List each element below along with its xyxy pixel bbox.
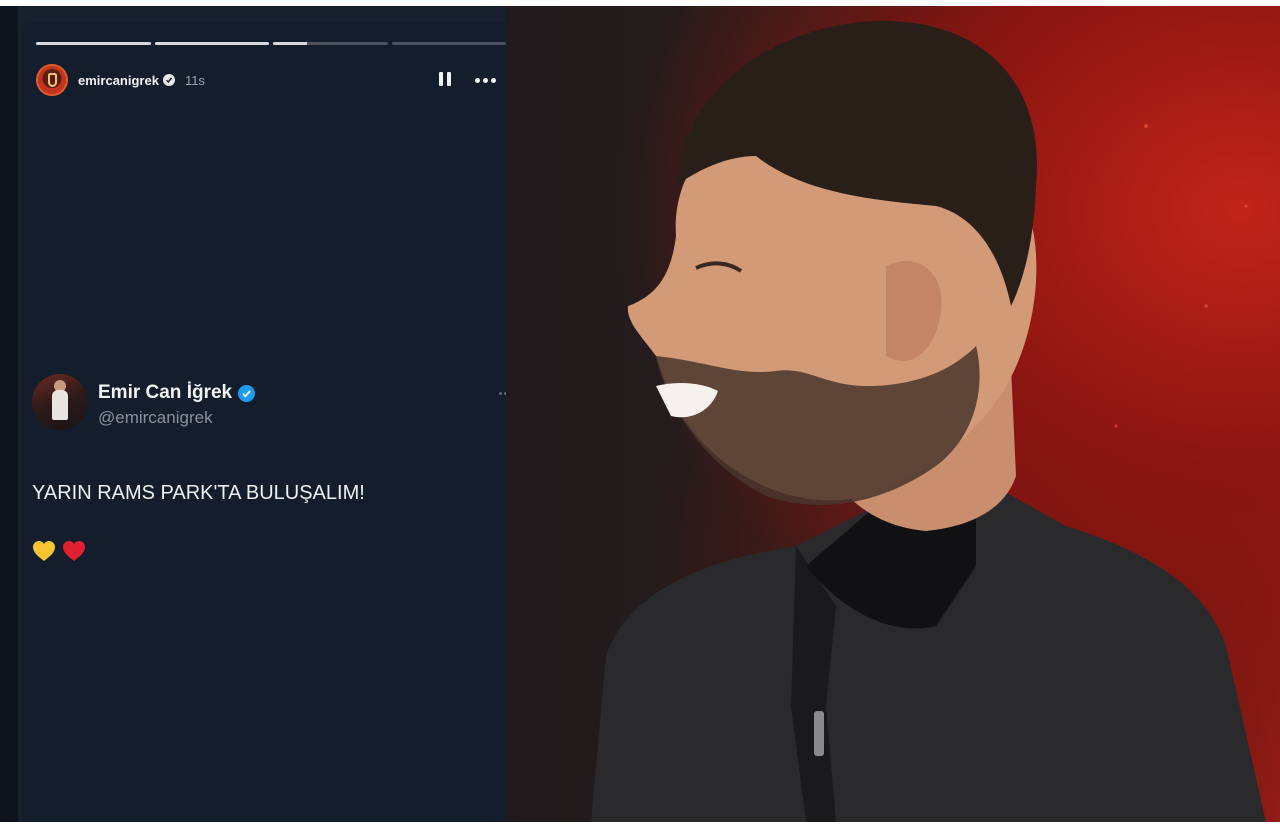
- progress-fill: [154, 42, 269, 45]
- story-header: emircanigrek 11s: [36, 62, 496, 98]
- more-options-icon[interactable]: [475, 77, 496, 83]
- tweet-text: YARIN RAMS PARK'TA BULUŞALIM!: [32, 482, 365, 504]
- progress-fill: [36, 42, 151, 45]
- story-username[interactable]: emircanigrek: [78, 73, 159, 88]
- tweet-avatar[interactable]: [32, 374, 88, 430]
- tweet-emoji-row: [32, 540, 86, 562]
- story-avatar[interactable]: [36, 64, 68, 96]
- photo-illustration: [591, 20, 1266, 822]
- tweet-display-name-row: Emir Can İğrek: [98, 382, 256, 404]
- progress-segment: [36, 42, 151, 45]
- verified-badge-icon: [238, 384, 256, 402]
- story-timestamp: 11s: [184, 72, 205, 88]
- smiling-man-profile-photo: [506, 6, 1280, 822]
- story-left-edge: [0, 6, 18, 822]
- tweet-handle[interactable]: @emircanigrek: [98, 408, 213, 428]
- progress-segment: [273, 42, 388, 45]
- story-panel: emircanigrek 11s Emir Can İğrek @emircan…: [0, 6, 506, 822]
- avatar-figure-shape: [52, 390, 68, 420]
- yellow-heart-icon: [33, 541, 55, 561]
- story-progress-bar: [36, 42, 506, 45]
- tweet-more-icon[interactable]: [499, 392, 506, 395]
- tweet-display-name[interactable]: Emir Can İğrek: [98, 382, 232, 404]
- pause-icon[interactable]: [439, 72, 453, 88]
- verified-badge-icon: [162, 74, 175, 86]
- progress-segment: [154, 42, 269, 45]
- red-heart-icon: [63, 541, 85, 561]
- progress-fill: [273, 42, 308, 45]
- progress-segment: [391, 42, 506, 45]
- story-content: emircanigrek 11s Emir Can İğrek @emircan…: [22, 22, 506, 822]
